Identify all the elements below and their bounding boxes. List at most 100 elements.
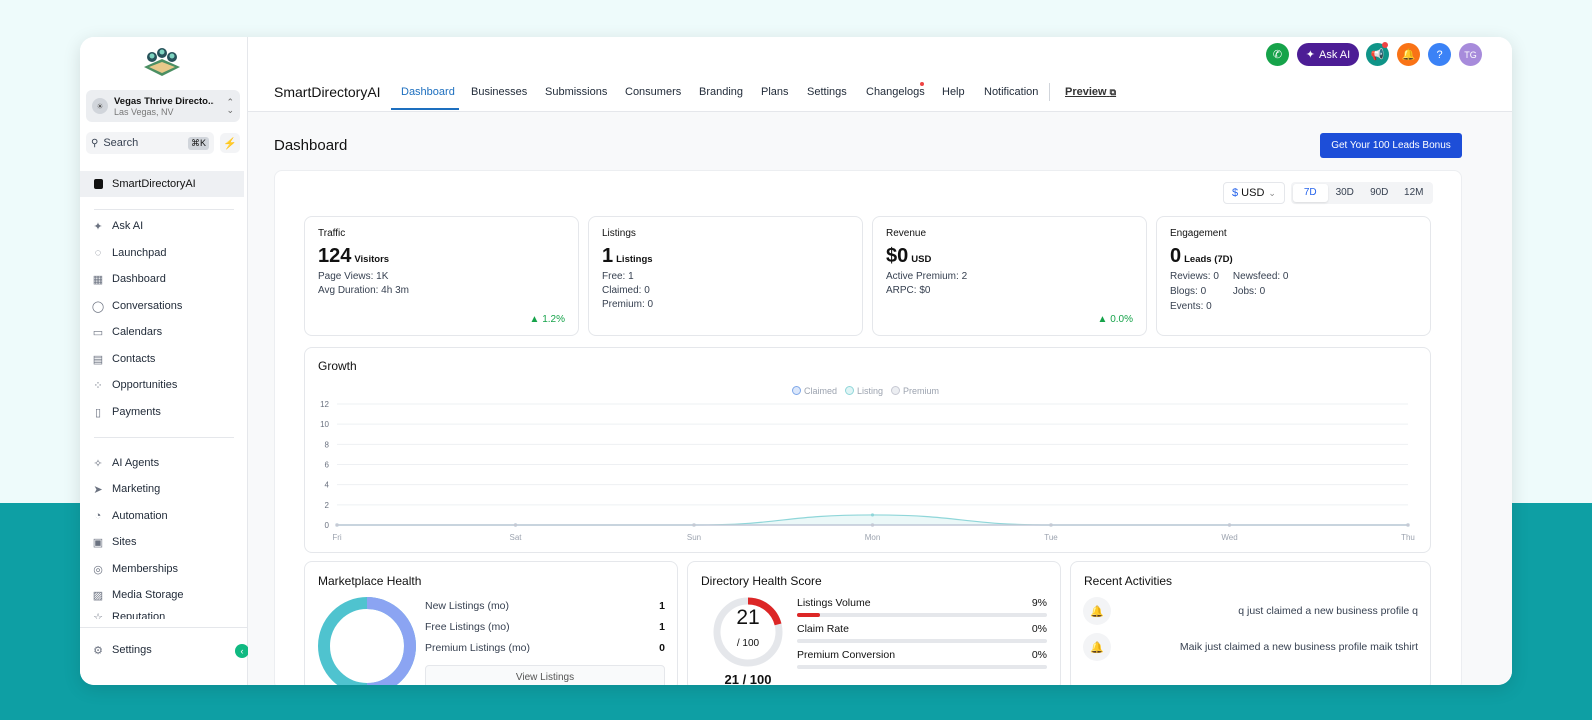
sidebar-item-opportunities[interactable]: ⁘ Opportunities bbox=[80, 372, 248, 398]
tab-plans[interactable]: Plans bbox=[761, 86, 789, 98]
send-icon: ➤ bbox=[93, 483, 103, 496]
tab-settings[interactable]: Settings bbox=[807, 86, 847, 98]
book-icon bbox=[94, 179, 103, 189]
leads-bonus-button[interactable]: Get Your 100 Leads Bonus bbox=[1320, 133, 1462, 158]
ask-ai-label: Ask AI bbox=[1319, 48, 1351, 61]
sidebar-item-marketing[interactable]: ➤ Marketing bbox=[80, 476, 248, 502]
tab-businesses[interactable]: Businesses bbox=[471, 86, 527, 98]
data-point bbox=[692, 523, 696, 527]
sidebar-item-label: Launchpad bbox=[112, 247, 167, 259]
sidebar-item-label: Memberships bbox=[112, 563, 179, 575]
card-value: $0 bbox=[886, 245, 909, 267]
revenue-card: Revenue $0 USD Active Premium: 2 ARPC: $0… bbox=[872, 216, 1147, 336]
sidebar-item-conversations[interactable]: ◯ Conversations bbox=[80, 293, 248, 319]
sidebar-item-ask-ai[interactable]: ✦ Ask AI bbox=[80, 213, 248, 239]
contacts-icon: ▤ bbox=[92, 353, 104, 366]
card-unit: Listings bbox=[616, 254, 653, 265]
sidebar-divider bbox=[94, 209, 234, 210]
sidebar-item-label: Settings bbox=[112, 644, 152, 656]
sidebar-item-ai-agents[interactable]: ✧ AI Agents bbox=[80, 450, 248, 476]
tab-changelogs[interactable]: Changelogs bbox=[866, 86, 925, 98]
range-7d[interactable]: 7D bbox=[1293, 184, 1328, 202]
help-button[interactable]: ? bbox=[1428, 43, 1451, 66]
sidebar-item-automation[interactable]: ◔ Automation bbox=[80, 503, 248, 529]
location-avatar: ☀ bbox=[92, 98, 108, 114]
card-title: Marketplace Health bbox=[318, 574, 422, 588]
sidebar-item-media-storage[interactable]: ▨ Media Storage bbox=[80, 582, 248, 608]
sidebar-item-label: Contacts bbox=[112, 353, 156, 365]
date-range-toggle: 7D 30D 90D 12M bbox=[1291, 182, 1433, 204]
sidebar-item-agency[interactable]: SmartDirectoryAI bbox=[80, 171, 244, 197]
avatar[interactable]: TG bbox=[1459, 43, 1482, 66]
sidebar-item-calendars[interactable]: ▭ Calendars bbox=[80, 319, 248, 345]
metric-bar-fill bbox=[797, 613, 820, 617]
range-30d[interactable]: 30D bbox=[1328, 184, 1363, 202]
search-button[interactable]: ⚲ Search ⌘K bbox=[86, 132, 214, 154]
y-tick-label: 4 bbox=[325, 481, 330, 490]
automation-icon: ◔ bbox=[94, 510, 102, 522]
tab-submissions[interactable]: Submissions bbox=[545, 86, 607, 98]
card-value: 1 bbox=[602, 245, 614, 267]
sidebar-item-label: Media Storage bbox=[112, 589, 184, 601]
phone-button[interactable]: ✆ bbox=[1266, 43, 1289, 66]
y-tick-label: 6 bbox=[325, 461, 330, 470]
brand-title: SmartDirectoryAI bbox=[274, 84, 381, 100]
view-listings-button[interactable]: View Listings bbox=[425, 665, 665, 685]
engagement-stats: Reviews: 0 Blogs: 0 Events: 0 Newsfeed: … bbox=[1170, 268, 1417, 313]
activity-item[interactable]: 🔔 q just claimed a new business profile … bbox=[1083, 596, 1418, 626]
bolt-icon[interactable]: ⚡ bbox=[220, 133, 240, 153]
card-value-row: 0 Leads (7D) bbox=[1170, 245, 1417, 268]
listings-card: Listings 1 Listings Free: 1 Claimed: 0 Pr… bbox=[588, 216, 863, 336]
x-tick-label: Tue bbox=[1044, 533, 1058, 542]
card-unit: Visitors bbox=[354, 254, 390, 265]
tab-branding[interactable]: Branding bbox=[699, 86, 743, 98]
data-point bbox=[1406, 523, 1410, 527]
donut-segment-new bbox=[366, 597, 416, 647]
external-link-icon: ⧉ bbox=[1109, 87, 1117, 97]
tab-bar: SmartDirectoryAI Dashboard Businesses Su… bbox=[248, 74, 1512, 112]
notifications-button[interactable]: 🔔 bbox=[1397, 43, 1420, 66]
preview-label: Preview bbox=[1065, 86, 1107, 98]
calendar-icon: ▭ bbox=[92, 326, 104, 339]
tab-notification[interactable]: Notification bbox=[984, 86, 1038, 98]
card-value: 0 bbox=[1170, 245, 1182, 267]
data-point bbox=[1049, 523, 1053, 527]
activity-item[interactable]: 🔔 Maik just claimed a new business profi… bbox=[1083, 632, 1418, 662]
data-point bbox=[1227, 523, 1232, 527]
x-tick-label: Mon bbox=[865, 533, 881, 542]
ask-ai-button[interactable]: ✦ Ask AI bbox=[1297, 43, 1359, 66]
card-line: Active Premium: 2 bbox=[886, 271, 968, 282]
location-switcher[interactable]: ☀ Vegas Thrive Directo... Las Vegas, NV … bbox=[86, 90, 240, 122]
sidebar-item-label: Opportunities bbox=[112, 379, 178, 391]
sites-icon: ▣ bbox=[92, 536, 104, 549]
main-content: ✆ ✦ Ask AI 📢 🔔 ? TG SmartDirectoryAI Dash… bbox=[248, 37, 1512, 685]
collapse-sidebar-button[interactable]: ‹ bbox=[235, 644, 249, 658]
card-line: ARPC: $0 bbox=[886, 285, 931, 296]
sidebar-item-contacts[interactable]: ▤ Contacts bbox=[80, 346, 248, 372]
marketplace-row: Premium Listings (mo) 0 bbox=[425, 642, 665, 654]
range-90d[interactable]: 90D bbox=[1362, 184, 1397, 202]
currency-select[interactable]: $ USD ⌄ bbox=[1223, 182, 1285, 204]
sidebar-item-settings[interactable]: ⚙ Settings bbox=[80, 637, 248, 663]
range-12m[interactable]: 12M bbox=[1397, 184, 1432, 202]
tab-consumers[interactable]: Consumers bbox=[625, 86, 681, 98]
tab-help[interactable]: Help bbox=[942, 86, 965, 98]
sidebar-item-dashboard[interactable]: ▦ Dashboard bbox=[80, 266, 248, 292]
x-tick-label: Fri bbox=[332, 533, 342, 542]
sidebar-item-launchpad[interactable]: ◌ Launchpad bbox=[80, 240, 248, 266]
sidebar-item-payments[interactable]: ▯ Payments bbox=[80, 399, 248, 425]
currency-symbol: $ bbox=[1232, 187, 1239, 199]
sidebar-item-label: Marketing bbox=[112, 483, 161, 495]
sidebar-item-label: Reputation bbox=[112, 611, 166, 619]
tab-dashboard[interactable]: Dashboard bbox=[401, 86, 455, 98]
health-score-max: / 100 bbox=[736, 638, 760, 649]
image-icon: ▨ bbox=[92, 589, 104, 602]
top-bar: ✆ ✦ Ask AI 📢 🔔 ? TG bbox=[248, 37, 1512, 74]
preview-link[interactable]: Preview ⧉ bbox=[1065, 86, 1116, 98]
sidebar-item-memberships[interactable]: ◎ Memberships bbox=[80, 556, 248, 582]
y-tick-label: 0 bbox=[325, 521, 330, 530]
sidebar-item-reputation[interactable]: ☆ Reputation bbox=[80, 609, 248, 619]
metric-label: Premium Conversion bbox=[797, 649, 896, 661]
sidebar-item-sites[interactable]: ▣ Sites bbox=[80, 529, 248, 555]
sidebar-item-label: Automation bbox=[112, 510, 168, 522]
